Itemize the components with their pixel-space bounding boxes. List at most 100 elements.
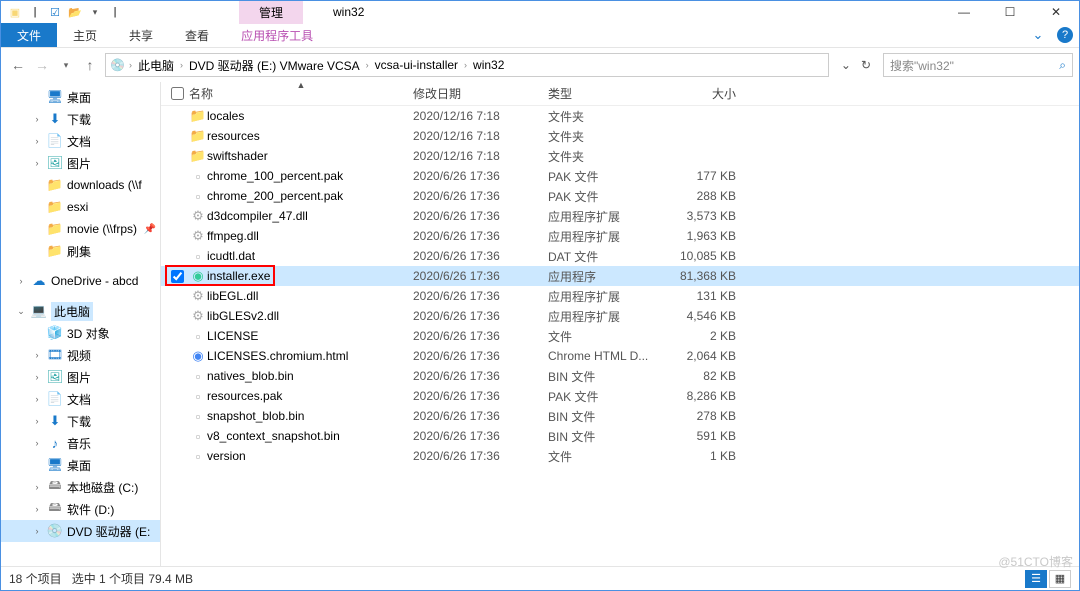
col-size[interactable]: 大小 [674,85,744,102]
help-icon[interactable]: ? [1057,27,1073,43]
row-checkbox[interactable] [167,307,189,326]
tree-node[interactable]: ›☁OneDrive - abcd [1,270,160,292]
tree-node[interactable]: 🖥桌面 [1,454,160,476]
forward-button[interactable]: → [31,57,53,73]
breadcrumb-sep[interactable]: › [464,60,467,70]
row-checkbox[interactable] [167,187,189,206]
row-checkbox[interactable] [167,287,189,306]
navigation-tree[interactable]: 🖥桌面›⬇下载›📄文档›🖼图片📁downloads (\\f📁esxi📁movi… [1,82,161,566]
row-checkbox[interactable] [167,407,189,426]
row-checkbox[interactable] [167,447,189,466]
back-button[interactable]: ← [7,57,29,73]
file-row[interactable]: ⚙libGLESv2.dll2020/6/26 17:36应用程序扩展4,546… [161,306,1079,326]
tab-home[interactable]: 主页 [57,23,113,47]
tree-node[interactable]: 📁刷集 [1,240,160,262]
file-row[interactable]: ▫resources.pak2020/6/26 17:36PAK 文件8,286… [161,386,1079,406]
row-checkbox[interactable] [167,247,189,266]
expand-icon[interactable]: ⌄ [15,306,27,317]
qat-dropdown-icon[interactable]: ▾ [87,4,103,20]
close-button[interactable]: ✕ [1033,1,1079,23]
row-checkbox[interactable] [167,147,189,166]
row-checkbox[interactable] [167,267,189,286]
breadcrumb[interactable]: win32 [471,58,506,72]
recent-dropdown-icon[interactable]: ▾ [55,60,77,71]
expand-icon[interactable]: › [31,136,43,146]
breadcrumb-sep[interactable]: › [366,60,369,70]
row-checkbox[interactable] [167,207,189,226]
expand-icon[interactable]: › [31,394,43,404]
tree-node[interactable]: ›📄文档 [1,130,160,152]
row-checkbox[interactable] [167,347,189,366]
search-icon[interactable]: ⌕ [1059,58,1066,73]
row-checkbox[interactable] [167,127,189,146]
expand-icon[interactable]: › [31,482,43,492]
up-button[interactable]: ↑ [79,57,101,73]
breadcrumb[interactable]: 此电脑 [136,57,176,74]
col-type[interactable]: 类型 [548,85,674,102]
maximize-button[interactable]: ☐ [987,1,1033,23]
file-row[interactable]: 📁resources2020/12/16 7:18文件夹 [161,126,1079,146]
breadcrumb-bar[interactable]: 💿 › 此电脑 › DVD 驱动器 (E:) VMware VCSA › vcs… [105,53,829,77]
ribbon-collapse-icon[interactable]: ⌄ [1025,23,1051,47]
expand-icon[interactable]: › [31,350,43,360]
file-row[interactable]: ▫version2020/6/26 17:36文件1 KB [161,446,1079,466]
tree-node[interactable]: ›🖴软件 (D:) [1,498,160,520]
address-dropdown-icon[interactable]: ⌄ [841,58,851,72]
tree-node[interactable]: ›♪音乐 [1,432,160,454]
expand-icon[interactable]: › [31,504,43,514]
row-checkbox[interactable] [167,227,189,246]
row-checkbox[interactable] [167,327,189,346]
expand-icon[interactable]: › [31,416,43,426]
file-row[interactable]: ▫v8_context_snapshot.bin2020/6/26 17:36B… [161,426,1079,446]
file-rows[interactable]: 📁locales2020/12/16 7:18文件夹📁resources2020… [161,106,1079,566]
row-checkbox[interactable] [167,367,189,386]
tree-node[interactable]: 📁esxi [1,196,160,218]
tab-app-tools[interactable]: 应用程序工具 [225,23,329,47]
file-row[interactable]: ⚙libEGL.dll2020/6/26 17:36应用程序扩展131 KB [161,286,1079,306]
expand-icon[interactable]: › [31,158,43,168]
tree-node[interactable]: 🧊3D 对象 [1,322,160,344]
expand-icon[interactable]: › [31,114,43,124]
row-checkbox[interactable] [167,387,189,406]
properties-icon[interactable]: ☑ [47,4,63,20]
row-checkbox[interactable] [167,167,189,186]
tree-node[interactable]: ›🖼图片 [1,152,160,174]
file-row[interactable]: ▫natives_blob.bin2020/6/26 17:36BIN 文件82… [161,366,1079,386]
breadcrumb-sep[interactable]: › [129,60,132,70]
tree-node[interactable]: 📁movie (\\frps)📌 [1,218,160,240]
tree-node[interactable]: ⌄💻此电脑 [1,300,160,322]
row-checkbox[interactable] [167,107,189,126]
tree-node[interactable]: ›📄文档 [1,388,160,410]
search-input[interactable]: 搜索"win32" ⌕ [883,53,1073,77]
breadcrumb[interactable]: vcsa-ui-installer [373,58,460,72]
expand-icon[interactable]: › [31,526,43,536]
open-icon[interactable]: 📂 [67,4,83,20]
view-large-icon[interactable]: ▦ [1049,570,1071,588]
minimize-button[interactable]: — [941,1,987,23]
tab-share[interactable]: 共享 [113,23,169,47]
col-date[interactable]: 修改日期 [413,85,548,102]
file-row[interactable]: ▫LICENSE2020/6/26 17:36文件2 KB [161,326,1079,346]
view-details-icon[interactable]: ☰ [1025,570,1047,588]
tree-node[interactable]: ›🎞视频 [1,344,160,366]
breadcrumb[interactable]: DVD 驱动器 (E:) VMware VCSA [187,57,362,74]
tree-node[interactable]: ›🖼图片 [1,366,160,388]
file-row[interactable]: 📁swiftshader2020/12/16 7:18文件夹 [161,146,1079,166]
file-row[interactable]: ⚙d3dcompiler_47.dll2020/6/26 17:36应用程序扩展… [161,206,1079,226]
expand-icon[interactable]: › [31,438,43,448]
select-all-checkbox[interactable] [167,84,189,103]
tree-node[interactable]: ›⬇下载 [1,410,160,432]
file-row[interactable]: ▫snapshot_blob.bin2020/6/26 17:36BIN 文件2… [161,406,1079,426]
tree-node[interactable]: 📁downloads (\\f [1,174,160,196]
file-row[interactable]: ▫chrome_200_percent.pak2020/6/26 17:36PA… [161,186,1079,206]
file-row[interactable]: ▫chrome_100_percent.pak2020/6/26 17:36PA… [161,166,1079,186]
tree-node[interactable]: ›💿DVD 驱动器 (E: [1,520,160,542]
expand-icon[interactable]: › [15,276,27,286]
col-name[interactable]: 名称▲ [189,85,413,102]
file-row[interactable]: ◉installer.exe2020/6/26 17:36应用程序81,368 … [161,266,1079,286]
row-checkbox[interactable] [167,427,189,446]
refresh-icon[interactable]: ↻ [861,58,871,72]
expand-icon[interactable]: › [31,372,43,382]
tree-node[interactable]: ›🖴本地磁盘 (C:) [1,476,160,498]
file-row[interactable]: ◉LICENSES.chromium.html2020/6/26 17:36Ch… [161,346,1079,366]
